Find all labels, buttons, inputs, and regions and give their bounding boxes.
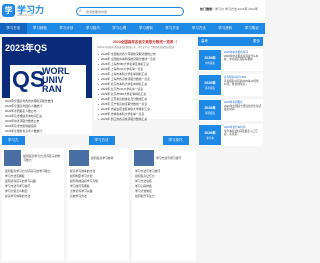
right-item-desc: 2026年全国硕士研究生招生考试报名时间... [224,104,261,112]
right-item-desc: 专升本考试时间及报名入口汇总，考生需... [224,129,258,137]
list-item[interactable]: 提高学习效率的方法 [2,194,64,199]
site-logo[interactable]: 学 学习力 xxstudy.com [2,2,44,18]
list-item[interactable]: 2023年 浙江省各高校录取分数线汇总 [94,117,196,122]
tab-study-method[interactable]: 学习方法 [88,136,115,145]
banner-year: 2023年QS [5,43,48,53]
article-thumb[interactable] [69,150,89,166]
main-nav: 学习方法 学习经验 学习计划 学习技巧 学习心得 学习资料 学习方法 学习方法 … [0,23,265,34]
nav-item[interactable]: 学习经验 [27,23,54,34]
list-item[interactable]: 高效学习方法 [67,194,129,199]
logo-url: xxstudy.com [17,13,34,17]
right-item-desc: 2026年中考报名时间是什么时候，中考报名流程有哪些... [224,54,259,62]
exam-list-card: 2023年全国高考各省文理科录取分数线 2023年全国高考报名人数统计 2023… [2,98,92,134]
right-item[interactable]: 2026年 考研报名 2026年考研报名 2026年全国硕士研究生招生考试报名时间.… [198,99,263,121]
right-head-title: 高考 [201,39,208,43]
right-item[interactable]: 2026年 高考报名 高考报名时间 2026 高考报名时间是2025年10月到11月… [198,74,263,96]
exam-list: 2023年全国高考各省文理科录取分数线 2023年全国高考报名人数统计 2023… [2,99,92,134]
right-more-link[interactable]: 更多 [253,37,260,46]
article-thumb[interactable] [134,150,154,166]
right-head: 高考 更多 [198,37,263,46]
nav-item[interactable]: 学习方法 [0,23,27,34]
nav-item[interactable]: 学习计划 [53,23,80,34]
section-tabs: 学习力 学习方法 学习技巧 [2,136,196,145]
right-item-desc: 高考报名时间是2025年10月到11月，各省份时间... [224,79,259,87]
right-thumb: 2026年 中考报名 [199,50,221,70]
article-title[interactable]: 如何提高学习效率 [89,156,113,160]
article-card: 如何提高学习力,培养孩子的学习能力 如何提高学习力,培养孩子的学习能力 学习方法… [2,148,64,261]
article-card: 学习方法与学习技巧 学习方法与学习技巧 如何提高记忆力 学习方法总结 学习心得体… [132,148,196,261]
right-column: 高考 更多 2026年 中考报名 2026年中考报名时间 2026年中考报名时间是什… [198,37,263,261]
nav-item[interactable]: 学习资料 [133,23,160,34]
article-title[interactable]: 学习方法与学习技巧 [154,156,181,160]
article-title[interactable]: 如何提高学习力,培养孩子的学习能力 [21,154,62,162]
article-card: 如何提高学习效率 提高学习效率的方法 如何制定学习计划 如何养成良好学习习惯 学… [67,148,129,261]
news-sub: 2023年全国高考各省录取分数线公布，考生们可以了解各省份录取分数线... [97,46,177,49]
tab-study-skill[interactable]: 学习技巧 [162,136,189,145]
banner-word: WORL UNIV RAN [42,66,70,94]
search-icon[interactable]: ⌕ [79,8,86,15]
search-box: ⌕ [76,7,184,16]
hot-search: 热门搜索：学习力 学习方法 2024年 2023年 [200,7,258,11]
list-item[interactable]: 2023年全国各省高考人数统计 [2,129,92,134]
nav-item[interactable]: 学习资料 [212,23,239,34]
hot-terms[interactable]: 学习力 学习方法 2024年 2023年 [215,7,258,11]
news-panel: 2023全国高考各省文录取分数线一览表（ 2023年全国高考各省录取分数线公布，… [94,37,196,122]
right-thumb: 2026年 专升本 [199,125,221,145]
nav-item[interactable]: 学习心得 [106,23,133,34]
tab-study-power[interactable]: 学习力 [2,136,25,145]
header: 学 学习力 xxstudy.com ⌕ 热门搜索：学习力 学习方法 2024年 … [0,0,265,22]
article-thumb[interactable] [4,150,22,166]
search-input[interactable] [86,9,146,14]
right-thumb: 2026年 考研报名 [199,100,221,120]
nav-item[interactable]: 学习方法 [186,23,213,34]
hot-label: 热门搜索： [200,7,216,11]
nav-item[interactable]: 学习技巧 [80,23,107,34]
list-item[interactable]: 如何提升专注力 [132,194,196,199]
right-item[interactable]: 2026年 专升本 2026年专升本时间 专升本考试时间及报名入口汇总，考生需... [198,124,263,146]
right-item[interactable]: 2026年 中考报名 2026年中考报名时间 2026年中考报名时间是什么时候，中考… [198,49,263,71]
nav-item[interactable]: 学习笔记 [239,23,266,34]
banner-big: QS [12,66,46,92]
news-list: 2023年 全国各省各大专院校录取分数线公布 2023年 全国各省本科院校录取分… [94,52,196,122]
logo-mark: 学 [2,3,15,17]
nav-item[interactable]: 学习方法 [159,23,186,34]
right-thumb: 2026年 高考报名 [199,75,221,95]
